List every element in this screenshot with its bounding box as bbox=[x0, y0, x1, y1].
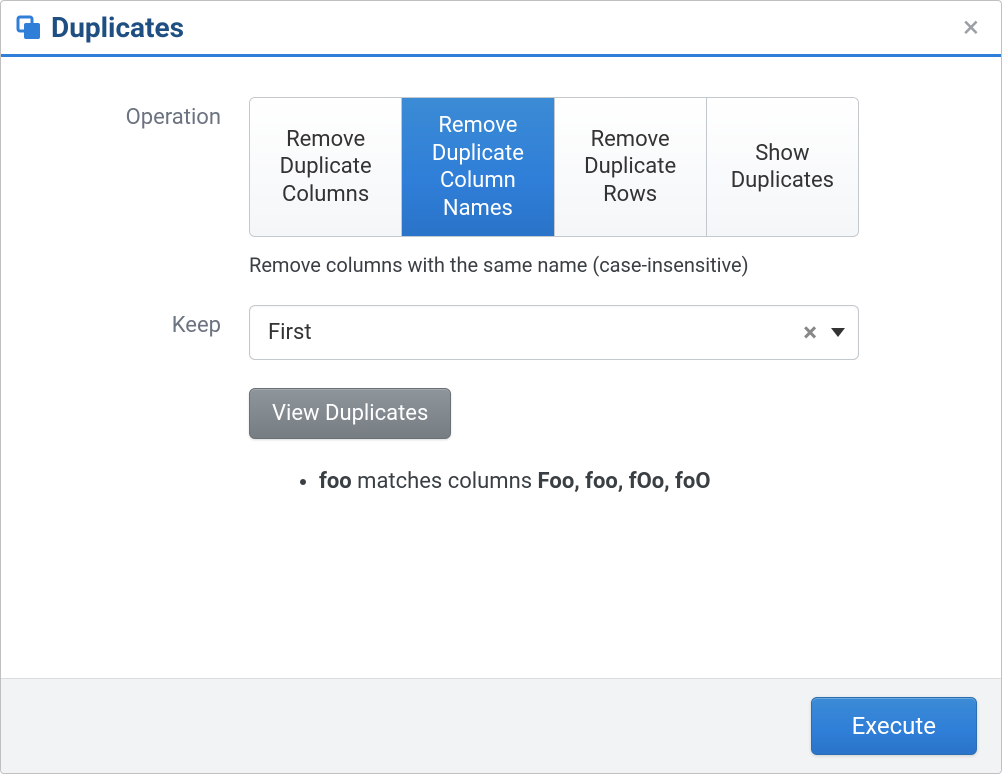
match-key: foo bbox=[319, 469, 352, 494]
op-show-duplicates[interactable]: Show Duplicates bbox=[707, 98, 858, 236]
operation-row: Operation Remove Duplicate Columns Remov… bbox=[49, 97, 953, 277]
op-remove-duplicate-columns[interactable]: Remove Duplicate Columns bbox=[250, 98, 402, 236]
view-label-empty bbox=[49, 388, 249, 396]
match-columns: Foo, foo, fOo, foO bbox=[538, 469, 711, 494]
op-remove-duplicate-rows[interactable]: Remove Duplicate Rows bbox=[555, 98, 707, 236]
keep-select[interactable]: First bbox=[249, 305, 859, 360]
keep-control: First × bbox=[249, 305, 953, 360]
match-mid: matches columns bbox=[352, 469, 538, 494]
match-list: foo matches columns Foo, foo, fOo, foO bbox=[249, 467, 953, 498]
dialog-body: Operation Remove Duplicate Columns Remov… bbox=[1, 57, 1001, 678]
duplicates-dialog: Duplicates × Operation Remove Duplicate … bbox=[0, 0, 1002, 774]
close-icon[interactable]: × bbox=[959, 13, 983, 43]
match-item: foo matches columns Foo, foo, fOo, foO bbox=[319, 467, 953, 498]
operation-description: Remove columns with the same name (case-… bbox=[249, 253, 953, 277]
duplicates-icon bbox=[15, 14, 43, 42]
view-row: View Duplicates foo matches columns Foo,… bbox=[49, 388, 953, 498]
keep-select-icons: × bbox=[803, 320, 845, 346]
view-control: View Duplicates foo matches columns Foo,… bbox=[249, 388, 953, 498]
keep-row: Keep First × bbox=[49, 305, 953, 360]
keep-select-wrap: First × bbox=[249, 305, 859, 360]
clear-icon[interactable]: × bbox=[803, 320, 817, 346]
dialog-footer: Execute bbox=[1, 678, 1001, 773]
operation-label: Operation bbox=[49, 97, 249, 130]
operation-segment-group: Remove Duplicate Columns Remove Duplicat… bbox=[249, 97, 859, 237]
dialog-title-wrap: Duplicates bbox=[15, 11, 184, 44]
operation-control: Remove Duplicate Columns Remove Duplicat… bbox=[249, 97, 953, 277]
view-duplicates-button[interactable]: View Duplicates bbox=[249, 388, 451, 439]
keep-label: Keep bbox=[49, 305, 249, 338]
dialog-title: Duplicates bbox=[51, 11, 184, 44]
dialog-header: Duplicates × bbox=[1, 1, 1001, 57]
execute-button[interactable]: Execute bbox=[811, 697, 977, 755]
chevron-down-icon[interactable] bbox=[831, 328, 845, 337]
op-remove-duplicate-column-names[interactable]: Remove Duplicate Column Names bbox=[402, 98, 554, 236]
